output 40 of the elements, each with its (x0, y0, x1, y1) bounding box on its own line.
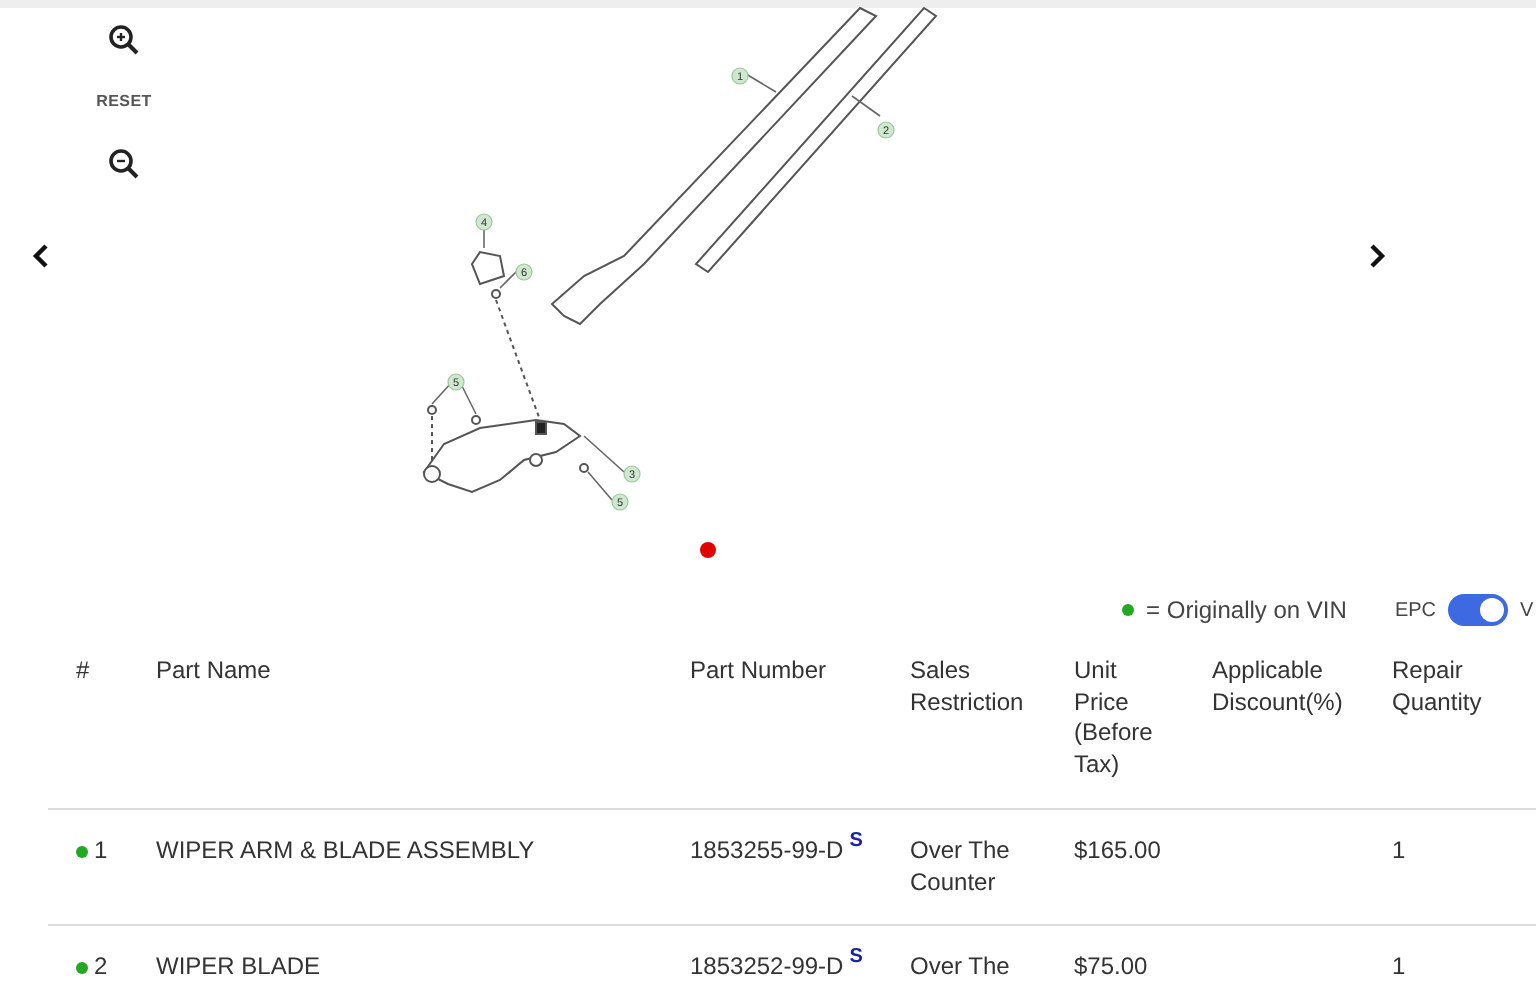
service-flag-label: S (849, 948, 863, 968)
column-header: Part Name (156, 656, 273, 687)
row-number: 1 (94, 835, 108, 867)
leader-line (745, 73, 777, 93)
part-name: WIPER ARM & BLADE ASSEMBLY (156, 836, 535, 864)
leader-line (459, 381, 477, 415)
column-header: Sales Restriction (910, 656, 1026, 718)
column-header: Part Number (690, 656, 829, 687)
part-number: 1853255-99-D (690, 836, 844, 867)
dashed-guide-line (495, 299, 541, 421)
row-number: 2 (94, 951, 108, 982)
part-number: 1853252-99-D (690, 952, 844, 982)
bolt (471, 415, 481, 425)
leader-line (851, 95, 881, 117)
column-header: # (76, 656, 92, 687)
leader-line (431, 381, 453, 405)
nut (491, 289, 501, 299)
pivot-cap (470, 250, 506, 286)
column-header: Repair Quantity (1392, 656, 1484, 718)
epc-toggle[interactable] (1448, 594, 1508, 626)
toggle-label: EPC (1394, 597, 1436, 625)
dashed-guide-line (431, 415, 433, 465)
zoom-out-icon[interactable] (108, 148, 140, 180)
sales-restriction: Over The (910, 952, 1012, 982)
bolt (579, 463, 589, 473)
unit-price: $165.00 (1074, 836, 1161, 864)
repair-quantity: 1 (1392, 836, 1406, 864)
service-flag-label: S (849, 832, 863, 852)
column-header: Applicable Discount(%) (1212, 656, 1345, 718)
leader-line (499, 269, 519, 289)
column-header: Unit Price (Before Tax) (1074, 656, 1155, 780)
zoom-in-icon[interactable] (108, 24, 140, 56)
toggle-label: V (1520, 597, 1536, 625)
unit-price: $75.00 (1074, 952, 1148, 980)
sales-restriction: Over The Counter (910, 836, 1012, 898)
legend-text: = Originally on VIN (1146, 594, 1347, 628)
part-name: WIPER BLADE (156, 952, 321, 980)
repair-quantity: 1 (1392, 952, 1406, 980)
reset-button[interactable]: RESET (96, 90, 152, 114)
bolt (427, 405, 437, 415)
